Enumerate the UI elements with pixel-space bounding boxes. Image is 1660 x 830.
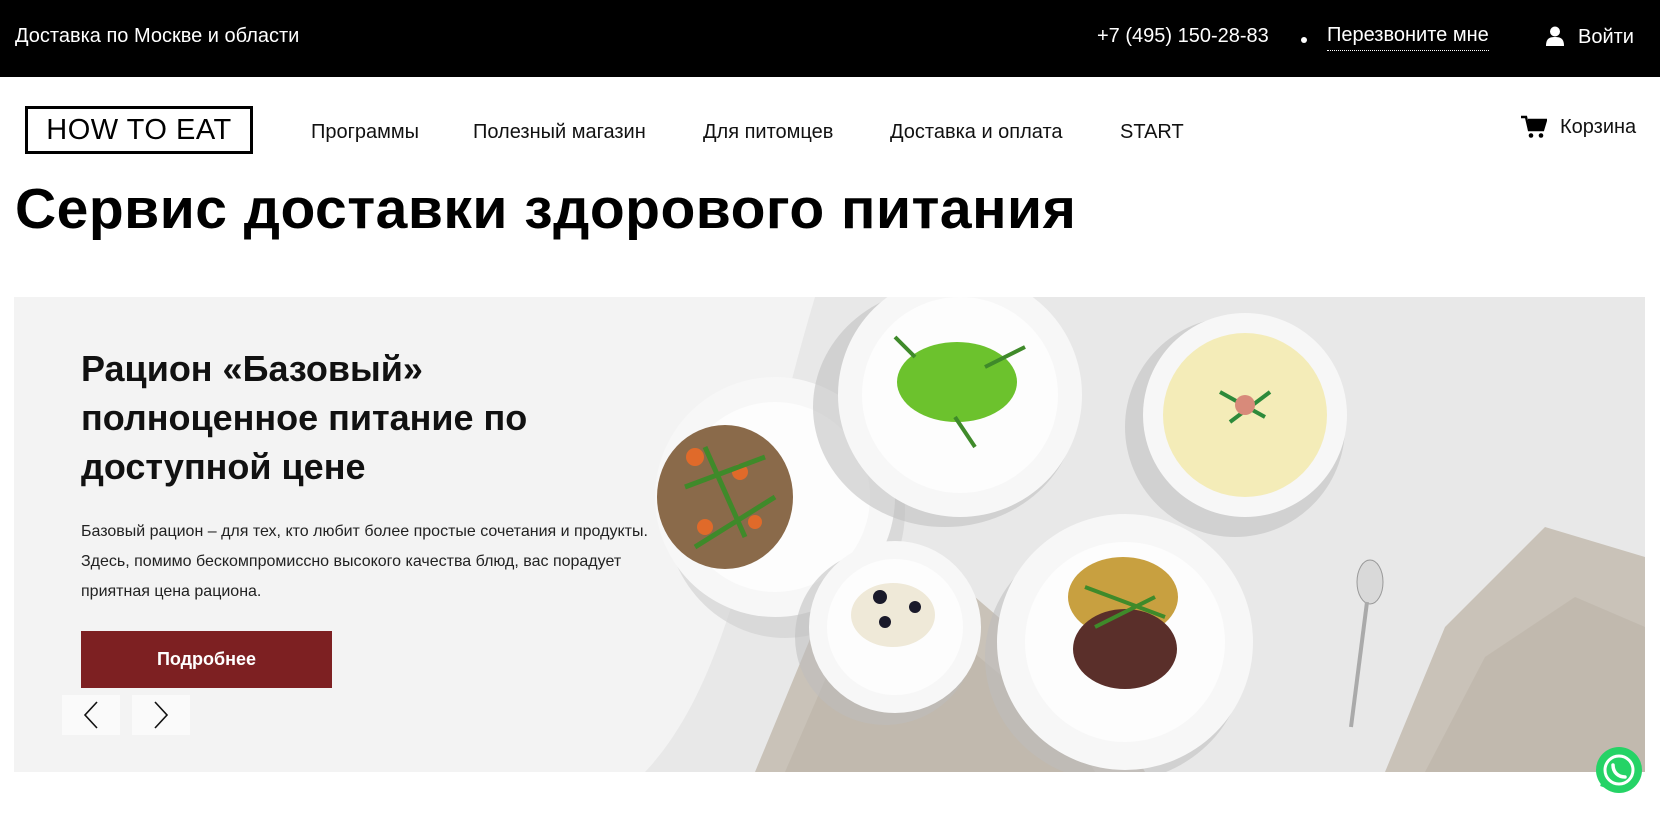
top-bar: Доставка по Москве и области +7 (495) 15… [0,0,1660,77]
slider-prev-button[interactable] [62,695,120,735]
chevron-right-icon [154,701,169,729]
cart-button[interactable]: Корзина [1521,115,1636,139]
nav-item-pets[interactable]: Для питомцев [703,121,833,144]
slider-next-button[interactable] [132,695,190,735]
cart-icon [1521,115,1547,138]
page-title: Сервис доставки здорового питания [15,177,1077,241]
separator-dot [1301,37,1307,43]
chevron-left-icon [83,701,98,729]
whatsapp-icon[interactable] [1594,745,1644,795]
nav-item-delivery[interactable]: Доставка и оплата [890,121,1063,144]
login-label: Войти [1578,25,1634,48]
cart-label: Корзина [1560,115,1637,138]
delivery-region-text: Доставка по Москве и области [15,25,300,47]
phone-link[interactable]: +7 (495) 150-28-83 [1097,25,1269,48]
slide-title-line-3: доступной цене [81,446,366,487]
callback-link[interactable]: Перезвоните мне [1327,24,1489,51]
more-button[interactable]: Подробнее [81,631,332,688]
user-icon [1546,26,1564,46]
nav-item-programs[interactable]: Программы [311,121,419,144]
slide-title: Рацион «Базовый» полноценное питание по … [81,344,641,491]
slide-title-line-2: полноценное питание по [81,397,528,438]
logo[interactable]: HOW TO EAT [25,106,253,154]
nav-item-start[interactable]: START [1120,121,1184,144]
login-button[interactable]: Войти [1546,22,1634,52]
nav-item-shop[interactable]: Полезный магазин [473,121,646,144]
slide-description: Базовый рацион – для тех, кто любит боле… [81,523,648,600]
slide-title-line-1: Рацион «Базовый» [81,348,423,389]
food-photo [645,297,1645,772]
hero-slider: Рацион «Базовый» полноценное питание по … [14,297,1645,772]
